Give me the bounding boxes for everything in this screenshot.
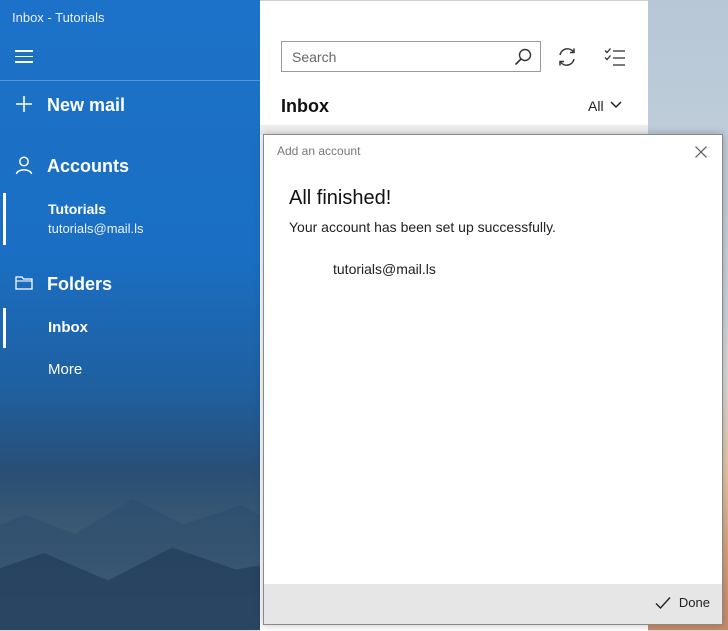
page-title: Inbox <box>281 96 329 116</box>
dialog-heading: All finished! <box>289 187 392 209</box>
dialog-footer: Done <box>264 584 722 624</box>
search-icon[interactable] <box>514 48 532 66</box>
account-name: Tutorials <box>48 201 107 217</box>
dialog-title: Add an account <box>277 144 361 158</box>
person-icon <box>15 156 33 175</box>
account-email: tutorials@mail.ls <box>48 221 144 236</box>
done-button[interactable]: Done <box>655 595 710 615</box>
select-mode-icon[interactable] <box>604 47 626 67</box>
filter-dropdown[interactable]: All <box>588 98 622 118</box>
selection-indicator <box>3 308 6 348</box>
new-mail-label: New mail <box>47 95 126 115</box>
chevron-down-icon <box>610 101 622 109</box>
plus-icon <box>16 96 32 112</box>
account-item-tutorials[interactable]: Tutorials tutorials@mail.ls <box>0 193 260 245</box>
folder-label: More <box>48 361 83 378</box>
hamburger-icon[interactable] <box>15 50 33 64</box>
folders-label: Folders <box>47 274 113 294</box>
selection-indicator <box>3 193 6 245</box>
search-box[interactable] <box>281 41 541 72</box>
navigation-pane: Inbox - Tutorials New mail Accounts Tuto… <box>0 0 260 630</box>
dialog-message: Your account has been set up successfull… <box>289 219 556 235</box>
nav-divider <box>0 80 260 81</box>
dialog-account-email: tutorials@mail.ls <box>333 261 436 277</box>
window-title: Inbox - Tutorials <box>12 10 105 25</box>
accounts-label: Accounts <box>47 156 130 176</box>
accounts-button[interactable]: Accounts <box>0 155 260 179</box>
folders-button[interactable]: Folders <box>0 273 260 297</box>
folder-item-inbox[interactable]: Inbox <box>0 308 260 348</box>
new-mail-button[interactable]: New mail <box>0 94 260 118</box>
checkmark-icon <box>655 597 671 610</box>
search-input[interactable] <box>282 42 512 71</box>
done-label: Done <box>678 595 710 610</box>
add-account-dialog: Add an account All finished! Your accoun… <box>263 134 723 625</box>
sync-icon[interactable] <box>556 46 578 68</box>
folder-label: Inbox <box>48 319 88 336</box>
close-icon[interactable] <box>694 145 708 159</box>
folder-item-more[interactable]: More <box>0 350 260 390</box>
filter-label: All <box>588 98 604 114</box>
folder-icon <box>15 276 33 290</box>
